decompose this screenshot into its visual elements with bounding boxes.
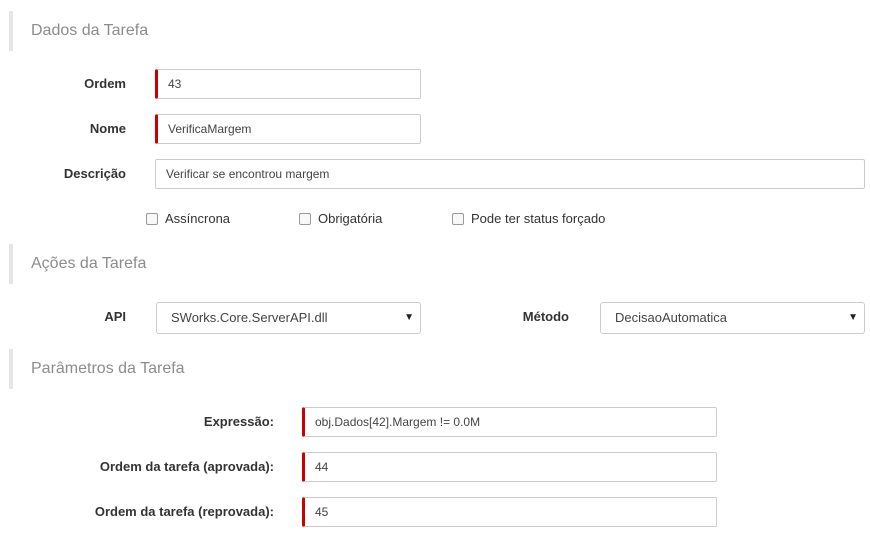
metodo-select-value: DecisaoAutomatica bbox=[615, 310, 727, 325]
caret-down-icon: ▼ bbox=[404, 312, 414, 323]
section-title-parametros: Parâmetros da Tarefa bbox=[31, 360, 185, 377]
aprovada-field[interactable] bbox=[302, 452, 717, 482]
expressao-field[interactable] bbox=[302, 407, 717, 437]
section-header-dados: Dados da Tarefa bbox=[9, 11, 148, 51]
metodo-select[interactable]: DecisaoAutomatica ▼ bbox=[600, 302, 865, 334]
reprovada-label: Ordem da tarefa (reprovada): bbox=[94, 504, 274, 519]
ordem-label: Ordem bbox=[84, 76, 126, 91]
expressao-label: Expressão: bbox=[203, 414, 274, 429]
aprovada-label: Ordem da tarefa (aprovada): bbox=[99, 459, 274, 474]
nome-field[interactable] bbox=[155, 114, 421, 144]
api-label: API bbox=[104, 309, 126, 324]
assincrona-label: Assíncrona bbox=[165, 211, 231, 226]
assincrona-checkbox[interactable]: Assíncrona bbox=[146, 209, 230, 229]
obrigatoria-label: Obrigatória bbox=[318, 211, 383, 226]
ordem-field[interactable] bbox=[155, 69, 421, 99]
section-header-acoes: Ações da Tarefa bbox=[9, 244, 146, 284]
descricao-label: Descrição bbox=[63, 166, 126, 181]
reprovada-field[interactable] bbox=[302, 497, 717, 527]
nome-label: Nome bbox=[89, 121, 126, 136]
obrigatoria-checkbox[interactable]: Obrigatória bbox=[299, 209, 382, 229]
section-header-parametros: Parâmetros da Tarefa bbox=[9, 349, 185, 389]
checkbox-icon[interactable] bbox=[146, 212, 158, 225]
checkbox-icon[interactable] bbox=[452, 212, 464, 225]
section-title-acoes: Ações da Tarefa bbox=[31, 255, 147, 272]
status-forcado-checkbox[interactable]: Pode ter status forçado bbox=[452, 209, 605, 229]
api-select-value: SWorks.Core.ServerAPI.dll bbox=[171, 310, 328, 325]
section-title-dados: Dados da Tarefa bbox=[31, 22, 149, 39]
status-forcado-label: Pode ter status forçado bbox=[471, 211, 606, 226]
caret-down-icon: ▼ bbox=[848, 312, 858, 323]
descricao-field[interactable] bbox=[155, 159, 865, 189]
metodo-label: Método bbox=[522, 309, 569, 324]
api-select[interactable]: SWorks.Core.ServerAPI.dll ▼ bbox=[156, 302, 421, 334]
checkbox-icon[interactable] bbox=[299, 212, 311, 225]
